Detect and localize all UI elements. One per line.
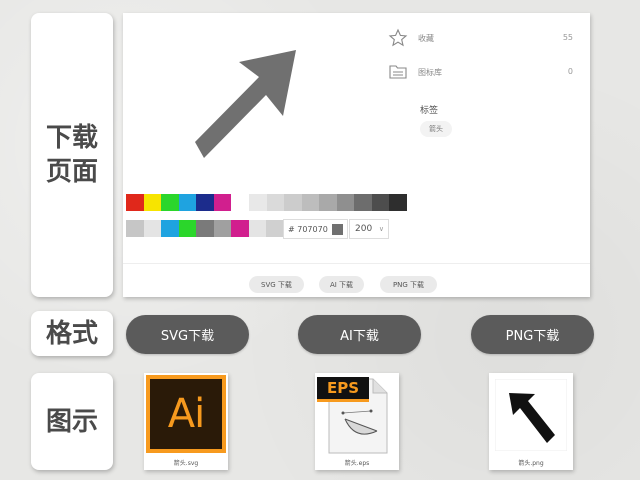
color-swatch[interactable] <box>319 194 337 211</box>
color-swatch[interactable] <box>284 194 302 211</box>
illustrator-glyph: Ai <box>167 391 205 437</box>
panel-divider <box>123 263 590 264</box>
color-swatch[interactable] <box>231 220 249 237</box>
svg-download-button[interactable]: SVG 下载 <box>249 276 304 293</box>
tags-title: 标签 <box>420 106 439 116</box>
png-file-caption: 箭头.png <box>518 460 544 467</box>
tag-chip[interactable]: 箭头 <box>420 121 452 137</box>
color-swatch[interactable] <box>161 220 179 237</box>
arrow-up-left-icon <box>495 379 567 451</box>
color-swatch[interactable] <box>196 194 214 211</box>
current-color-chip <box>332 224 343 235</box>
eps-file-example: EPS 箭头.eps <box>315 373 399 470</box>
icon-preview <box>126 16 388 188</box>
format-label-text: 格式 <box>45 318 98 349</box>
color-swatch[interactable] <box>213 220 231 237</box>
color-swatch[interactable] <box>248 220 266 237</box>
favorite-label: 收藏 <box>418 33 434 43</box>
color-swatch[interactable] <box>178 220 196 237</box>
size-select[interactable]: 200 ∨ <box>349 219 389 239</box>
color-swatch[interactable] <box>143 220 161 237</box>
arrow-up-right-icon <box>195 50 296 158</box>
format-label: 格式 <box>31 311 113 356</box>
ai-format-button[interactable]: AI下载 <box>298 315 421 354</box>
favorite-stat[interactable]: 收藏 55 <box>388 28 573 47</box>
color-swatch[interactable] <box>371 194 389 211</box>
hex-color-value: # 707070 <box>288 224 328 234</box>
hex-color-input[interactable]: # 707070 <box>283 219 348 239</box>
svg-format-button[interactable]: SVG下载 <box>126 315 249 354</box>
ai-download-button[interactable]: AI 下载 <box>319 276 364 293</box>
color-swatch[interactable] <box>126 220 144 237</box>
color-swatch[interactable] <box>196 220 214 237</box>
color-swatch[interactable] <box>178 194 196 211</box>
download-page-label: 下载 页面 <box>31 13 113 297</box>
detail-sidebar: 收藏 55 图标库 0 标签 箭头 <box>388 13 590 263</box>
icon-library-count: 0 <box>567 67 573 76</box>
png-format-button[interactable]: PNG下载 <box>471 315 594 354</box>
star-icon <box>388 28 408 47</box>
color-swatch[interactable] <box>354 194 372 211</box>
color-swatch[interactable] <box>249 194 267 211</box>
color-swatch[interactable] <box>336 194 354 211</box>
download-page-panel: # 707070 200 ∨ 收藏 55 图标库 0 标签 箭头 SVG 下载 … <box>123 13 590 297</box>
color-swatch[interactable] <box>126 194 144 211</box>
favorite-count: 55 <box>562 33 573 42</box>
chevron-down-icon: ∨ <box>378 225 384 233</box>
color-swatches-row-2 <box>126 220 284 237</box>
color-swatch[interactable] <box>301 194 319 211</box>
icon-library-label: 图标库 <box>418 67 442 77</box>
png-file-example: 箭头.png <box>489 373 573 470</box>
gray-swatches-row-1 <box>249 194 407 211</box>
illustrator-file-icon: Ai <box>146 375 226 453</box>
color-swatch[interactable] <box>266 194 284 211</box>
svg-file-caption: 箭头.svg <box>173 460 199 467</box>
color-swatch[interactable] <box>213 194 231 211</box>
download-page-label-text: 下载 页面 <box>45 123 98 187</box>
color-swatches-row-1 <box>126 194 231 211</box>
size-select-value: 200 <box>355 224 373 234</box>
eps-file-caption: 箭头.eps <box>344 460 370 467</box>
example-label: 图示 <box>31 373 113 470</box>
icon-library-stat[interactable]: 图标库 0 <box>389 64 573 80</box>
eps-glyph: EPS <box>326 379 360 397</box>
example-label-text: 图示 <box>45 406 98 437</box>
svg-file-example: Ai 箭头.svg <box>144 373 228 470</box>
color-swatch[interactable] <box>161 194 179 211</box>
color-swatch[interactable] <box>143 194 161 211</box>
folder-icon <box>389 65 407 79</box>
color-swatch[interactable] <box>266 220 284 237</box>
png-download-button[interactable]: PNG 下载 <box>380 276 437 293</box>
